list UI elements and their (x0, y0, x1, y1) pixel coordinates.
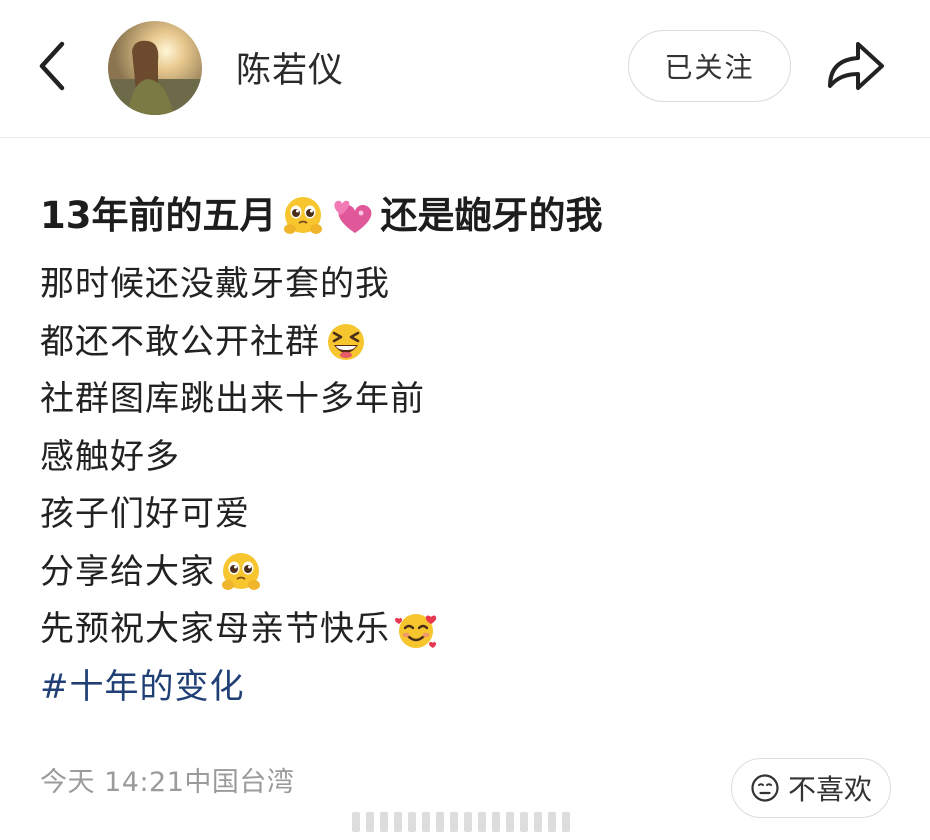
post-line-text: 分享给大家 (40, 551, 215, 592)
post-line: 感触好多 (40, 429, 900, 487)
post-content: 13年前的五月 还是龅牙的我 那时候还没戴牙套的我 都还不敢公开社群 社群图库跳… (40, 188, 900, 716)
smiling-face-with-hearts-emoji-icon (393, 607, 439, 653)
faded-watermark (352, 812, 572, 832)
post-title-text-1: 13年前的五月 (40, 194, 277, 237)
post-location: 中国台湾 (184, 767, 295, 798)
post-line: #十年的变化 (40, 659, 900, 717)
hashtag-link[interactable]: #十年的变化 (40, 659, 245, 717)
grinning-squinting-face-emoji-icon (323, 319, 369, 365)
post-line-text: 孩子们好可爱 (40, 494, 250, 534)
two-hearts-emoji-icon (329, 193, 375, 239)
post-line-text: 感触好多 (40, 436, 180, 477)
post-title: 13年前的五月 还是龅牙的我 (40, 188, 900, 244)
post-meta: 今天 14:21中国台湾 (40, 760, 294, 799)
follow-button[interactable]: 已关注 (628, 30, 791, 102)
neutral-face-icon (751, 774, 779, 802)
post-line: 分享给大家 (40, 544, 900, 602)
post-body: 那时候还没戴牙套的我 都还不敢公开社群 社群图库跳出来十多年前 感触好多 孩子们… (40, 256, 900, 716)
share-button[interactable] (822, 34, 888, 96)
author-name[interactable]: 陈若仪 (236, 42, 344, 93)
post-header: 陈若仪 已关注 (0, 0, 930, 138)
post-line-text: 那时候还没戴牙套的我 (40, 264, 390, 304)
pleading-face-emoji-icon (218, 549, 264, 595)
dislike-button[interactable]: 不喜欢 (731, 758, 891, 818)
post-line: 都还不敢公开社群 (40, 314, 900, 372)
post-line: 社群图库跳出来十多年前 (40, 371, 900, 429)
post-title-text-2: 还是龅牙的我 (380, 194, 603, 237)
back-button[interactable] (28, 38, 78, 94)
post-line: 先预祝大家母亲节快乐 (40, 601, 900, 659)
post-line-text: 都还不敢公开社群 (40, 321, 320, 362)
chevron-left-icon (39, 41, 65, 91)
share-arrow-icon (828, 42, 884, 90)
pleading-face-emoji-icon (280, 193, 326, 239)
dislike-label: 不喜欢 (787, 773, 872, 806)
post-line-text: 社群图库跳出来十多年前 (40, 379, 425, 419)
post-line-text: 先预祝大家母亲节快乐 (40, 609, 390, 649)
post-line: 孩子们好可爱 (40, 486, 900, 544)
post-line: 那时候还没戴牙套的我 (40, 256, 900, 314)
author-avatar[interactable] (108, 21, 202, 115)
post-timestamp: 今天 14:21 (40, 767, 185, 798)
